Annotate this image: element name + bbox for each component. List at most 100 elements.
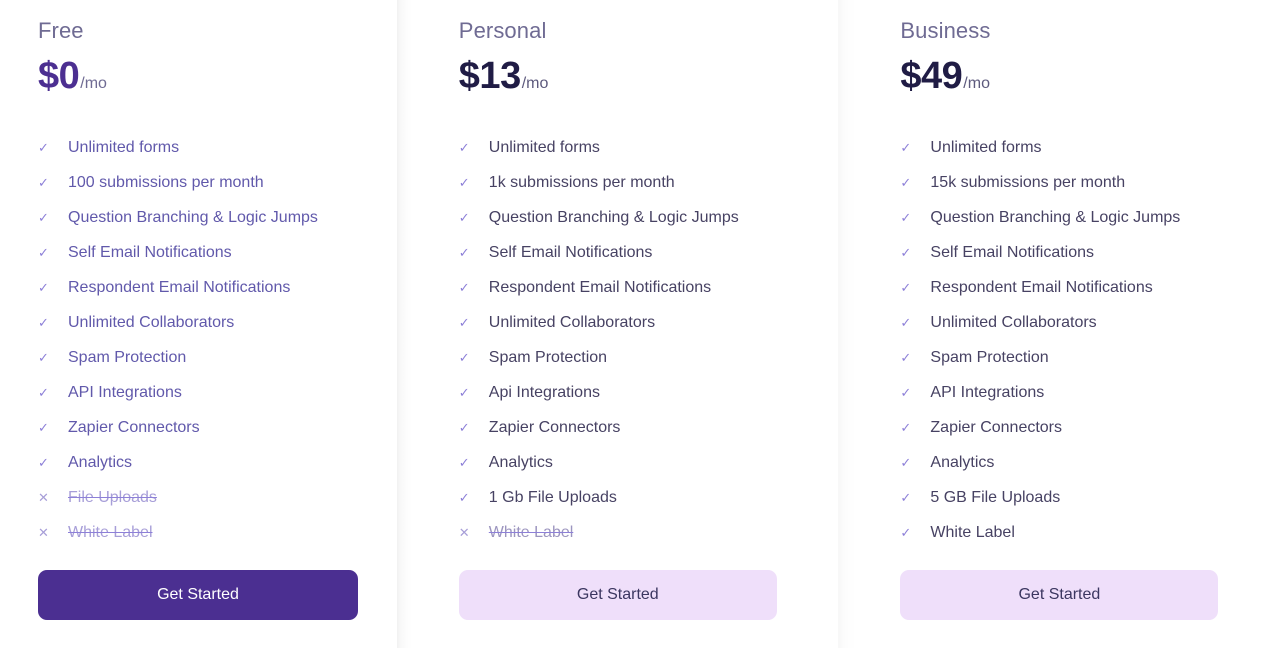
plan-card-body: Free $0/mo ✓ Unlimited forms ✓ 100 submission… xyxy=(0,0,397,648)
feature-label: File Uploads xyxy=(68,488,157,506)
check-icon: ✓ xyxy=(38,139,49,155)
feature-label: Spam Protection xyxy=(488,348,608,366)
feature-item: ✓ Unlimited forms xyxy=(900,130,1260,165)
feature-label: Analytics xyxy=(930,453,995,471)
check-icon: ✓ xyxy=(458,174,470,190)
check-icon: ✓ xyxy=(900,524,912,540)
get-started-button[interactable]: Get Started xyxy=(900,570,1219,620)
check-icon: ✓ xyxy=(458,384,470,400)
check-icon: ✓ xyxy=(38,349,49,365)
check-icon: ✓ xyxy=(38,314,49,330)
feature-item: ✓ Unlimited Collaborators xyxy=(900,305,1260,340)
feature-label: Respondent Email Notifications xyxy=(68,278,291,296)
feature-label: Unlimited forms xyxy=(488,138,600,156)
feature-label: Unlimited Collaborators xyxy=(488,313,656,331)
feature-label: 100 submissions per month xyxy=(68,173,264,191)
feature-label: Self Email Notifications xyxy=(488,243,653,261)
plan-card-business: Business $49/mo ✓ Unlimited forms ✓ 15k submi… xyxy=(858,0,1280,648)
feature-item: ✓ Analytics xyxy=(38,445,377,480)
feature-item: ✓ White Label xyxy=(900,515,1260,550)
feature-item: ✓ 1 Gb File Uploads xyxy=(459,480,819,515)
plan-card-body: Personal $13/mo ✓ Unlimited forms ✓ 1k submis… xyxy=(417,0,839,648)
get-started-button[interactable]: Get Started xyxy=(458,570,777,620)
feature-label: Unlimited forms xyxy=(930,138,1042,156)
check-icon: ✓ xyxy=(458,139,470,155)
plan-billing-period: /mo xyxy=(80,75,107,92)
feature-item: ✓ Zapier Connectors xyxy=(459,410,819,445)
feature-label: White Label xyxy=(68,523,153,541)
feature-label: Analytics xyxy=(68,453,133,471)
plan-billing-period: /mo xyxy=(521,75,549,92)
get-started-button[interactable]: Get Started xyxy=(38,570,358,620)
feature-item: ✓ Respondent Email Notifications xyxy=(38,270,377,305)
feature-label: White Label xyxy=(488,523,574,541)
feature-label: Self Email Notifications xyxy=(930,243,1095,261)
plan-name: Personal xyxy=(458,18,547,43)
feature-label: Zapier Connectors xyxy=(488,418,621,436)
feature-item: ✓ Self Email Notifications xyxy=(900,235,1260,270)
check-icon: ✓ xyxy=(900,279,912,295)
feature-label: Question Branching & Logic Jumps xyxy=(68,208,318,226)
check-icon: ✓ xyxy=(38,244,49,260)
plan-name: Free xyxy=(38,18,84,43)
check-icon: ✓ xyxy=(900,454,912,470)
column-divider xyxy=(396,0,417,648)
feature-item: ✓ Api Integrations xyxy=(459,375,819,410)
plan-price-row: $0/mo xyxy=(38,54,377,98)
plan-billing-period: /mo xyxy=(963,75,990,92)
feature-item: ✓ Zapier Connectors xyxy=(38,410,377,445)
check-icon: ✓ xyxy=(900,384,912,400)
check-icon: ✓ xyxy=(458,489,470,505)
feature-label: Unlimited Collaborators xyxy=(930,313,1097,331)
plan-price: $13 xyxy=(458,55,521,97)
feature-label: Spam Protection xyxy=(68,348,187,366)
feature-label: Respondent Email Notifications xyxy=(930,278,1153,296)
check-icon: ✓ xyxy=(38,419,49,435)
plan-price: $0 xyxy=(38,55,80,97)
plan-card-personal: Personal $13/mo ✓ Unlimited forms ✓ 1k submis… xyxy=(416,0,839,648)
check-icon: ✓ xyxy=(900,489,912,505)
feature-item: ✓ 1k submissions per month xyxy=(459,165,819,200)
check-icon: ✓ xyxy=(38,209,49,225)
feature-label: Question Branching & Logic Jumps xyxy=(930,208,1181,226)
feature-item: ✓ Respondent Email Notifications xyxy=(900,270,1260,305)
feature-label: Zapier Connectors xyxy=(930,418,1063,436)
feature-item: ✓ Spam Protection xyxy=(459,340,819,375)
column-divider xyxy=(838,0,859,648)
feature-item: ✓ Question Branching & Logic Jumps xyxy=(900,200,1260,235)
check-icon: ✓ xyxy=(900,244,912,260)
check-icon: ✓ xyxy=(900,419,912,435)
check-icon: ✓ xyxy=(458,209,470,225)
plan-price: $49 xyxy=(900,55,963,97)
feature-item: ✓ 100 submissions per month xyxy=(38,165,377,200)
feature-label: 15k submissions per month xyxy=(930,173,1126,191)
feature-item: ✓ Unlimited forms xyxy=(459,130,819,165)
feature-item: ✓ Self Email Notifications xyxy=(459,235,819,270)
feature-label: Self Email Notifications xyxy=(68,243,232,261)
check-icon: ✓ xyxy=(38,384,49,400)
plan-card-free: Free $0/mo ✓ Unlimited forms ✓ 100 submission… xyxy=(0,0,397,648)
feature-item: ✕ White Label xyxy=(38,515,377,550)
feature-item: ✓ Unlimited forms xyxy=(38,130,377,165)
feature-label: Api Integrations xyxy=(488,383,600,401)
feature-item: ✕ White Label xyxy=(459,515,819,550)
feature-label: Analytics xyxy=(488,453,553,471)
feature-label: API Integrations xyxy=(930,383,1045,401)
feature-label: API Integrations xyxy=(68,383,182,401)
feature-item: ✓ 5 GB File Uploads xyxy=(900,480,1260,515)
feature-item: ✓ Zapier Connectors xyxy=(900,410,1260,445)
cross-icon: ✕ xyxy=(38,489,49,505)
plan-price-row: $49/mo xyxy=(900,54,1260,98)
plan-card-body: Business $49/mo ✓ Unlimited forms ✓ 15k submi… xyxy=(858,0,1280,648)
feature-label: 1 Gb File Uploads xyxy=(488,488,617,506)
feature-label: Respondent Email Notifications xyxy=(488,278,712,296)
feature-item: ✓ Analytics xyxy=(459,445,819,480)
check-icon: ✓ xyxy=(458,314,470,330)
feature-label: Question Branching & Logic Jumps xyxy=(488,208,739,226)
feature-item: ✓ Question Branching & Logic Jumps xyxy=(459,200,819,235)
feature-label: Spam Protection xyxy=(930,348,1049,366)
feature-label: Unlimited forms xyxy=(68,138,180,156)
feature-item: ✓ Spam Protection xyxy=(38,340,377,375)
feature-label: 1k submissions per month xyxy=(488,173,675,191)
check-icon: ✓ xyxy=(900,139,912,155)
